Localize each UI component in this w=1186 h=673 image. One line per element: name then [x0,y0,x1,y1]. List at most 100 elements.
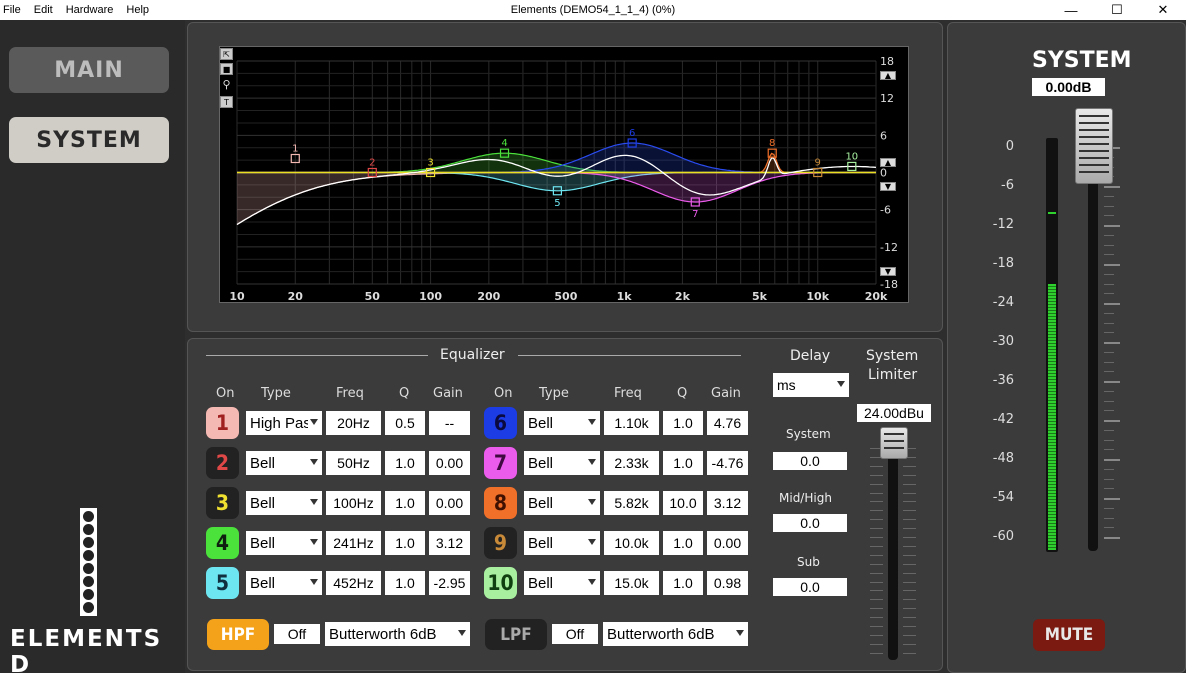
delay-system-field[interactable]: 0.0 [773,452,847,470]
band-5-freq-field[interactable]: 452Hz [326,571,381,595]
chevron-down-icon [588,539,596,545]
band-9-gain-field[interactable]: 0.00 [707,531,748,555]
y-tick-label: -18 [880,278,898,291]
band-2-gain-field[interactable]: 0.00 [429,451,470,475]
band-1-q-field[interactable]: 0.5 [385,411,425,435]
band-7-freq-field[interactable]: 2.33k [604,451,659,475]
band-1-type-select[interactable]: High Pass [246,411,322,435]
zoom-in-icon[interactable]: ▲ [880,158,896,167]
band-2-q-field[interactable]: 1.0 [385,451,425,475]
band-3-q-field[interactable]: 1.0 [385,491,425,515]
header-gain: Gain [433,386,463,401]
lpf-button[interactable]: LPF [485,619,547,650]
band-7-marker-label: 7 [692,209,698,220]
system-gain-field[interactable]: 0.00dB [1032,78,1105,96]
x-tick-label: 500 [554,290,577,303]
band-4-freq-field[interactable]: 241Hz [326,531,381,555]
band-3-gain-field[interactable]: 0.00 [429,491,470,515]
band-1-freq-field[interactable]: 20Hz [326,411,381,435]
lpf-type-select[interactable]: Butterworth 6dB [603,622,748,646]
band-2-freq-field[interactable]: 50Hz [326,451,381,475]
eq-response-graph[interactable]: 1 2 3 4 5 6 7 8 9 10 10 20 50 100 200 500 1k 2k 5k 10k 20k 18… [219,46,909,303]
band-2-on-button[interactable]: 2 [206,447,239,479]
delay-midhigh-label: Mid/High [779,491,832,505]
mute-button[interactable]: MUTE [1033,619,1105,651]
band-10-type-select[interactable]: Bell [524,571,600,595]
band-9-type-select[interactable]: Bell [524,531,600,555]
band-5-gain-field[interactable]: -2.95 [429,571,470,595]
band-2-type-select[interactable]: Bell [246,451,322,475]
divider [206,355,428,356]
cursor-tool-icon[interactable]: ⇱ [220,48,233,60]
band-7-gain-field[interactable]: -4.76 [707,451,748,475]
band-8-on-button[interactable]: 8 [484,487,517,519]
band-10-freq-field[interactable]: 15.0k [604,571,659,595]
band-10-on-button[interactable]: 10 [484,567,517,599]
band-6-q-field[interactable]: 1.0 [663,411,703,435]
band-1-on-button[interactable]: 1 [206,407,239,439]
band-7-type-select[interactable]: Bell [524,451,600,475]
chevron-down-icon [458,630,466,636]
hpf-type-select[interactable]: Butterworth 6dB [325,622,470,646]
text-tool-icon[interactable]: T [220,96,233,108]
delay-unit-select[interactable]: ms [773,373,849,397]
band-3-freq-field[interactable]: 100Hz [326,491,381,515]
hpf-button[interactable]: HPF [207,619,269,650]
band-4-type-select[interactable]: Bell [246,531,322,555]
band-8-gain-field[interactable]: 3.12 [707,491,748,515]
scale-label: -6 [1001,178,1014,193]
band-6-freq-field[interactable]: 1.10k [604,411,659,435]
band-9-freq-field[interactable]: 10.0k [604,531,659,555]
limiter-fader-handle[interactable] [880,427,908,459]
scale-label: -42 [992,412,1014,427]
band-5-type-select[interactable]: Bell [246,571,322,595]
band-3-on-button[interactable]: 3 [206,487,239,519]
band-3-type-select[interactable]: Bell [246,491,322,515]
delay-sub-field[interactable]: 0.0 [773,578,847,596]
level-meter [1046,138,1058,552]
band-8-freq-field[interactable]: 5.82k [604,491,659,515]
x-tick-label: 50 [365,290,381,303]
band-7-q-field[interactable]: 1.0 [663,451,703,475]
band-9-on-button[interactable]: 9 [484,527,517,559]
band-5-on-button[interactable]: 5 [206,567,239,599]
zoom-icon[interactable]: ⚲ [220,78,233,91]
scroll-down-icon[interactable]: ▼ [880,267,896,276]
system-fader-handle[interactable] [1075,108,1113,184]
camera-icon[interactable]: ■ [220,63,233,75]
eq-curve-svg[interactable]: 12 34567891010 20 50 100 200 500 1k 2k 5k 10k 20k18… [220,47,910,304]
scroll-up-icon[interactable]: ▲ [880,71,896,80]
limiter-value-field[interactable]: 24.00dBu [857,404,931,422]
band-8-marker-label: 8 [769,138,775,149]
band-5-q-field[interactable]: 1.0 [385,571,425,595]
band-10-q-field[interactable]: 1.0 [663,571,703,595]
header-on: On [494,386,513,401]
close-icon[interactable]: ✕ [1140,0,1186,20]
lpf-state-field[interactable]: Off [552,624,598,644]
band-7-on-button[interactable]: 7 [484,447,517,479]
band-4-gain-field[interactable]: 3.12 [429,531,470,555]
hpf-state-field[interactable]: Off [274,624,320,644]
header-gain: Gain [711,386,741,401]
main-button[interactable]: MAIN [9,47,169,93]
band-10-marker-label: 10 [845,151,858,162]
band-10-gain-field[interactable]: 0.98 [707,571,748,595]
band-6-type-select[interactable]: Bell [524,411,600,435]
equalizer-title: Equalizer [440,347,505,363]
system-fader-track[interactable] [1088,180,1098,551]
maximize-icon[interactable]: ☐ [1094,0,1140,20]
zoom-out-icon[interactable]: ▼ [880,182,896,191]
band-8-q-field[interactable]: 10.0 [663,491,703,515]
minimize-icon[interactable]: — [1048,0,1094,20]
limiter-fader-track[interactable] [888,438,898,660]
band-1-gain-field[interactable]: -- [429,411,470,435]
band-8-type-select[interactable]: Bell [524,491,600,515]
band-6-on-button[interactable]: 6 [484,407,517,439]
band-4-q-field[interactable]: 1.0 [385,531,425,555]
delay-midhigh-field[interactable]: 0.0 [773,514,847,532]
scale-label: -60 [992,529,1014,544]
system-button[interactable]: SYSTEM [9,117,169,163]
band-4-on-button[interactable]: 4 [206,527,239,559]
band-9-q-field[interactable]: 1.0 [663,531,703,555]
band-6-gain-field[interactable]: 4.76 [707,411,748,435]
